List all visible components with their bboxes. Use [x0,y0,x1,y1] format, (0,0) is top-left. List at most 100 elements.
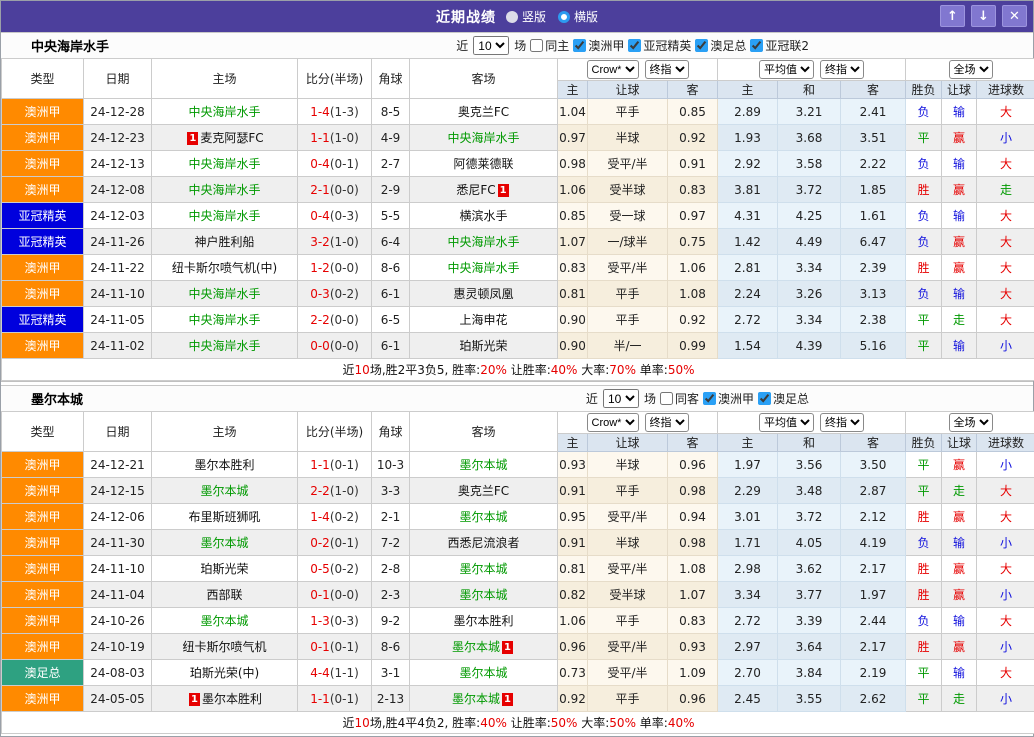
home-team-link[interactable]: 墨尔本胜利 [202,692,262,706]
league-checkbox[interactable] [750,39,764,52]
avg-away: 2.19 [840,659,907,686]
home-team-link[interactable]: 中央海岸水手 [188,157,260,171]
home-team-link[interactable]: 墨尔本城 [200,614,248,628]
away-team-link[interactable]: 惠灵顿凤凰 [453,287,513,301]
home-team-link[interactable]: 中央海岸水手 [188,287,260,301]
corner-score: 2-8 [371,555,410,582]
score-cell: 1-1(0-1) [297,451,372,478]
league-checkbox[interactable] [695,39,709,52]
home-team-link[interactable]: 布里斯班狮吼 [188,510,260,524]
odds-company-select[interactable]: Crow* [586,413,639,432]
away-team-link[interactable]: 墨尔本胜利 [453,614,513,628]
away-team-link[interactable]: 墨尔本城 [459,510,507,524]
home-team-link[interactable]: 西部联 [206,588,242,602]
summary-text: 40% [550,363,578,377]
avg-source-select[interactable]: 平均值 [759,60,815,79]
summary-text: 50% [667,363,695,377]
result-outcome: 负 [905,607,943,634]
home-team-link[interactable]: 墨尔本城 [200,536,248,550]
result-outcome: 平 [905,685,943,712]
radio-vertical-view[interactable]: 竖版 [505,8,546,25]
sub-header-1: 让球 [587,80,668,99]
away-team-link[interactable]: 墨尔本城 [459,458,507,472]
away-team-link[interactable]: 上海申花 [459,313,507,327]
league-filter[interactable]: 澳洲甲 [702,390,754,407]
away-team-link[interactable]: 墨尔本城 [459,588,507,602]
move-down-button[interactable]: ↓ [971,5,996,27]
away-team-link[interactable]: 墨尔本城 [452,692,500,706]
odds-home: 1.06 [557,176,588,203]
fulltime-score: 1-1 [310,691,330,706]
away-team-link[interactable]: 中央海岸水手 [447,261,519,275]
home-team-link[interactable]: 麦克阿瑟FC [200,131,263,145]
home-team-link[interactable]: 中央海岸水手 [188,105,260,119]
odds-company-select[interactable]: Crow* [586,60,639,79]
away-team-link[interactable]: 奥克兰FC [458,105,509,119]
same-venue-filter[interactable]: 同客 [659,390,699,407]
summary-text: 单率: [635,716,668,730]
match-row: 澳洲甲 24-12-06 布里斯班狮吼 1-4(0-2) 2-1 墨尔本城 0.95 受平/半… [1,503,1034,530]
radio-horizontal-view[interactable]: 横版 [558,8,598,25]
league-filter[interactable]: 亚冠精英 [627,37,691,54]
away-team-link[interactable]: 横滨水手 [459,209,507,223]
odds-period-select[interactable]: 终指 [644,60,689,79]
result-outcome: 负 [905,98,943,125]
halftime-score: (1-0) [329,234,359,249]
away-team-link[interactable]: 墨尔本城 [452,640,500,654]
avg-source-select[interactable]: 平均值 [759,413,815,432]
home-team-link[interactable]: 纽卡斯尔喷气机 [182,640,266,654]
same-venue-filter[interactable]: 同主 [529,37,569,54]
odds-away: 1.06 [666,254,719,281]
away-team-link[interactable]: 墨尔本城 [459,562,507,576]
home-team-cell: 珀斯光荣(中) [151,659,298,686]
home-team-link[interactable]: 神户胜利船 [194,235,254,249]
away-team-link[interactable]: 中央海岸水手 [447,131,519,145]
result-scope-select[interactable]: 全场 [948,413,993,432]
away-team-link[interactable]: 悉尼FC [456,183,495,197]
close-button[interactable]: ✕ [1002,5,1027,27]
same-venue-checkbox[interactable] [530,39,544,52]
same-venue-checkbox[interactable] [659,392,673,405]
league-filter[interactable]: 澳洲甲 [572,37,624,54]
avg-period-select[interactable]: 终指 [820,413,865,432]
away-team-link[interactable]: 西悉尼流浪者 [447,536,519,550]
home-team-link[interactable]: 中央海岸水手 [188,313,260,327]
league-checkbox[interactable] [702,392,716,405]
home-team-link[interactable]: 中央海岸水手 [188,209,260,223]
match-row: 澳足总 24-08-03 珀斯光荣(中) 4-4(1-1) 3-1 墨尔本城 0.73 受平/… [1,659,1034,686]
league-checkbox[interactable] [573,39,587,52]
league-filter[interactable]: 澳足总 [757,390,809,407]
home-team-link[interactable]: 纽卡斯尔喷气机(中) [172,261,277,275]
move-up-button[interactable]: ↑ [940,5,965,27]
league-checkbox[interactable] [628,39,642,52]
odds-away: 0.83 [666,176,719,203]
avg-period-select[interactable]: 终指 [820,60,865,79]
avg-home: 3.34 [717,581,779,608]
home-team-link[interactable]: 中央海岸水手 [188,183,260,197]
odds-period-select[interactable]: 终指 [644,413,689,432]
recent-count-select[interactable]: 10 [473,36,510,55]
away-team-link[interactable]: 珀斯光荣 [459,339,507,353]
home-team-link[interactable]: 珀斯光荣 [200,562,248,576]
home-team-link[interactable]: 珀斯光荣(中) [190,666,259,680]
odds-away: 0.92 [666,306,719,333]
odds-away: 0.97 [666,202,719,229]
league-checkbox[interactable] [757,392,771,405]
away-team-link[interactable]: 中央海岸水手 [447,235,519,249]
team-section-1: 中央海岸水手 近 10 场同主 澳洲甲 亚冠精英 澳足总 亚冠联2 类型 日期 主场 比分(半场)… [0,32,1034,381]
league-filter[interactable]: 澳足总 [694,37,746,54]
league-filter[interactable]: 亚冠联2 [749,37,809,54]
home-team-link[interactable]: 墨尔本城 [200,484,248,498]
recent-count-select[interactable]: 10 [602,389,639,408]
away-team-link[interactable]: 墨尔本城 [459,666,507,680]
away-team-link[interactable]: 奥克兰FC [458,484,509,498]
home-team-link[interactable]: 墨尔本胜利 [194,458,254,472]
radio-filled-icon[interactable] [505,10,518,23]
home-team-link[interactable]: 中央海岸水手 [188,339,260,353]
score-cell: 0-4(0-1) [297,150,372,177]
away-team-link[interactable]: 阿德莱德联 [453,157,513,171]
radio-ring-icon[interactable] [558,10,570,23]
result-scope-select[interactable]: 全场 [948,60,993,79]
league-badge: 澳洲甲 [1,685,84,712]
corner-score: 2-9 [371,176,410,203]
